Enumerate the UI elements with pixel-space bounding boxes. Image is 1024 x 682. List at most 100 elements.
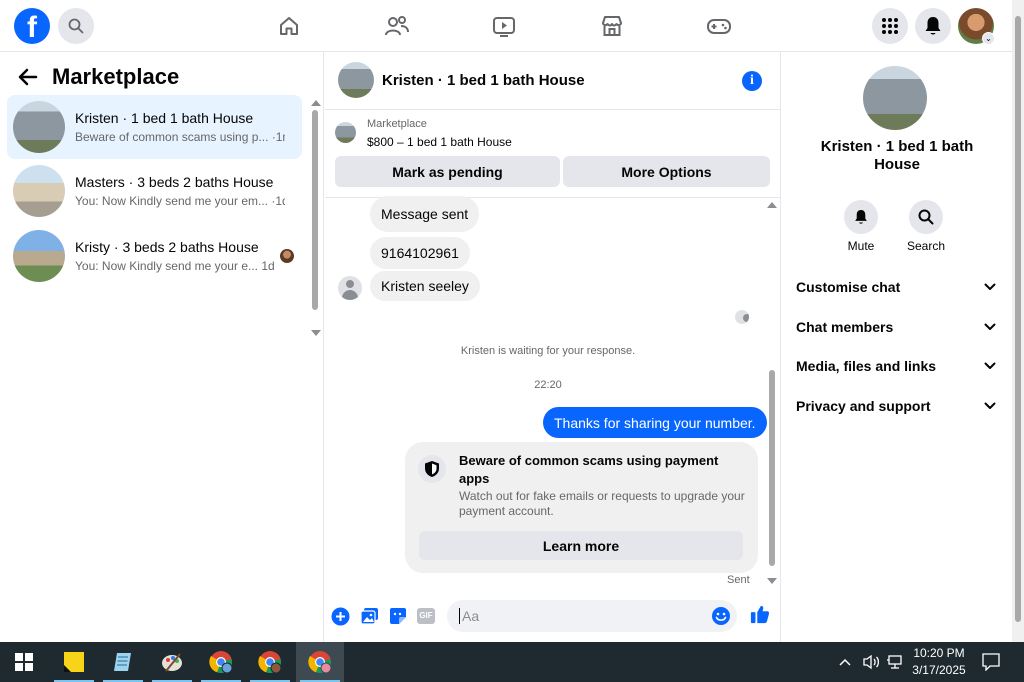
listing-thumbnail	[13, 165, 65, 217]
photo-icon[interactable]	[359, 606, 379, 626]
back-arrow-icon[interactable]	[18, 68, 38, 86]
volume-icon[interactable]	[862, 654, 880, 675]
search-label: Search	[906, 239, 946, 253]
mark-as-pending-button[interactable]: Mark as pending	[335, 156, 560, 187]
clock-date[interactable]: 3/17/2025	[906, 663, 972, 677]
chevron-down-icon	[984, 362, 996, 369]
notifications-button[interactable]	[915, 8, 951, 44]
warning-heading: Beware of common scams using payment app…	[459, 453, 719, 486]
section-label: Customise chat	[796, 279, 901, 295]
taskbar-notepad[interactable]	[99, 642, 147, 682]
message-bubble-in[interactable]: Kristen seeley	[370, 271, 480, 301]
paint-icon	[162, 653, 182, 672]
scroll-down-arrow-icon[interactable]	[767, 578, 777, 584]
friends-tab[interactable]	[383, 12, 411, 40]
chat-header: Kristen · 1 bed 1 bath House i	[325, 52, 781, 110]
section-chat-members[interactable]: Chat members	[796, 315, 996, 339]
facebook-logo[interactable]: f	[14, 8, 50, 44]
section-label: Chat members	[796, 319, 894, 335]
conversation-name: Kristy · 3 beds 2 baths House	[75, 239, 259, 255]
chevron-down-icon	[984, 402, 996, 409]
section-label: Media, files and links	[796, 358, 937, 374]
mute-button[interactable]: Mute	[831, 200, 891, 253]
message-input[interactable]: Aa	[447, 600, 737, 632]
conversation-item-kristen[interactable]: Kristen · 1 bed 1 bath House Beware of c…	[7, 95, 302, 159]
menu-grid-icon	[882, 18, 898, 34]
contact-avatar[interactable]	[338, 276, 362, 300]
chevron-down-icon	[984, 283, 996, 290]
learn-more-button[interactable]: Learn more	[419, 531, 743, 560]
conversation-name: Kristen · 1 bed 1 bath House	[75, 110, 254, 126]
waiting-notice: Kristen is waiting for your response.	[460, 345, 636, 357]
start-button[interactable]	[0, 642, 48, 682]
conversation-snippet: You: Now Kindly send me your em... ·1d	[75, 194, 285, 208]
chrome-profile-icon	[258, 651, 282, 674]
search-button[interactable]	[58, 8, 94, 44]
tray-chevron-up-icon[interactable]	[838, 654, 852, 672]
more-options-button[interactable]: More Options	[563, 156, 770, 187]
chat-title[interactable]: Kristen · 1 bed 1 bath House	[382, 72, 585, 89]
scroll-down-arrow-icon[interactable]	[311, 330, 321, 336]
conversation-sidebar: Marketplace Kristen · 1 bed 1 bath House…	[0, 52, 324, 642]
listing-price[interactable]: $800 – 1 bed 1 bath House	[367, 135, 512, 149]
taskbar-paint[interactable]	[148, 642, 196, 682]
sticker-icon[interactable]	[388, 606, 408, 626]
video-tab[interactable]	[490, 12, 518, 40]
sidebar-scrollbar[interactable]	[310, 98, 321, 338]
conversation-item-kristy[interactable]: Kristy · 3 beds 2 baths House You: Now K…	[7, 224, 302, 288]
section-privacy-support[interactable]: Privacy and support	[796, 394, 996, 418]
notification-center-icon[interactable]	[982, 653, 1000, 676]
menu-button[interactable]	[872, 8, 908, 44]
network-icon[interactable]	[886, 654, 904, 675]
message-bubble-in[interactable]: Message sent	[370, 196, 480, 232]
gif-icon[interactable]: GIF	[416, 606, 436, 626]
chevron-down-icon	[984, 323, 996, 330]
thumbs-up-icon[interactable]	[750, 604, 770, 624]
home-icon	[280, 17, 298, 35]
gaming-tab[interactable]	[705, 12, 733, 40]
message-input-placeholder: Aa	[462, 608, 480, 624]
section-customise-chat[interactable]: Customise chat	[796, 275, 996, 299]
shield-icon	[418, 455, 446, 483]
chat-avatar[interactable]	[338, 62, 374, 98]
marketplace-tab[interactable]	[598, 12, 626, 40]
scroll-up-arrow-icon[interactable]	[311, 100, 321, 106]
bell-icon	[844, 200, 878, 234]
sidebar-scrollbar-thumb[interactable]	[312, 110, 318, 310]
conversation-item-masters[interactable]: Masters · 3 beds 2 baths House You: Now …	[7, 159, 302, 223]
chrome-icon	[209, 651, 233, 674]
taskbar-chrome-3-active[interactable]	[296, 642, 344, 682]
clock-time[interactable]: 10:20 PM	[906, 646, 972, 660]
message-bubble-out[interactable]: Thanks for sharing your number.	[543, 407, 767, 438]
contact-avatar-large[interactable]	[863, 66, 927, 130]
account-chevron-icon[interactable]: ⌄	[982, 32, 995, 45]
section-media-files-links[interactable]: Media, files and links	[796, 354, 996, 378]
windows-logo-icon	[15, 653, 33, 671]
page-scrollbar[interactable]	[1012, 0, 1024, 642]
scroll-up-arrow-icon[interactable]	[767, 202, 777, 208]
taskbar-chrome-2[interactable]	[246, 642, 294, 682]
chat-panel: Kristen · 1 bed 1 bath House i Marketpla…	[325, 52, 781, 642]
search-in-conversation-button[interactable]: Search	[896, 200, 956, 253]
page-scrollbar-thumb[interactable]	[1015, 16, 1021, 622]
listing-thumbnail	[13, 101, 65, 153]
listing-thumbnail	[335, 122, 356, 143]
chat-scrollbar[interactable]	[766, 200, 778, 586]
conversation-snippet: Beware of common scams using p... ·1m	[75, 130, 285, 144]
video-icon	[493, 17, 515, 37]
message-bubble-in[interactable]: 9164102961	[370, 237, 470, 269]
chat-scrollbar-thumb[interactable]	[769, 370, 775, 566]
emoji-icon[interactable]	[711, 606, 731, 629]
sent-status: Sent	[727, 574, 750, 586]
home-tab[interactable]	[275, 12, 303, 40]
conversation-name: Masters · 3 beds 2 baths House	[75, 174, 274, 190]
page-title: Marketplace	[52, 64, 180, 89]
info-icon[interactable]: i	[742, 71, 762, 91]
seen-avatar-icon	[735, 310, 749, 324]
chat-details-panel: Kristen · 1 bed 1 bath House Mute Search…	[782, 52, 1012, 642]
top-navigation: f ⌄	[0, 0, 1012, 52]
plus-icon[interactable]	[330, 606, 350, 626]
taskbar-sticky-notes[interactable]	[50, 642, 98, 682]
contact-name[interactable]: Kristen · 1 bed 1 bath House	[802, 138, 992, 174]
taskbar-chrome-1[interactable]	[197, 642, 245, 682]
